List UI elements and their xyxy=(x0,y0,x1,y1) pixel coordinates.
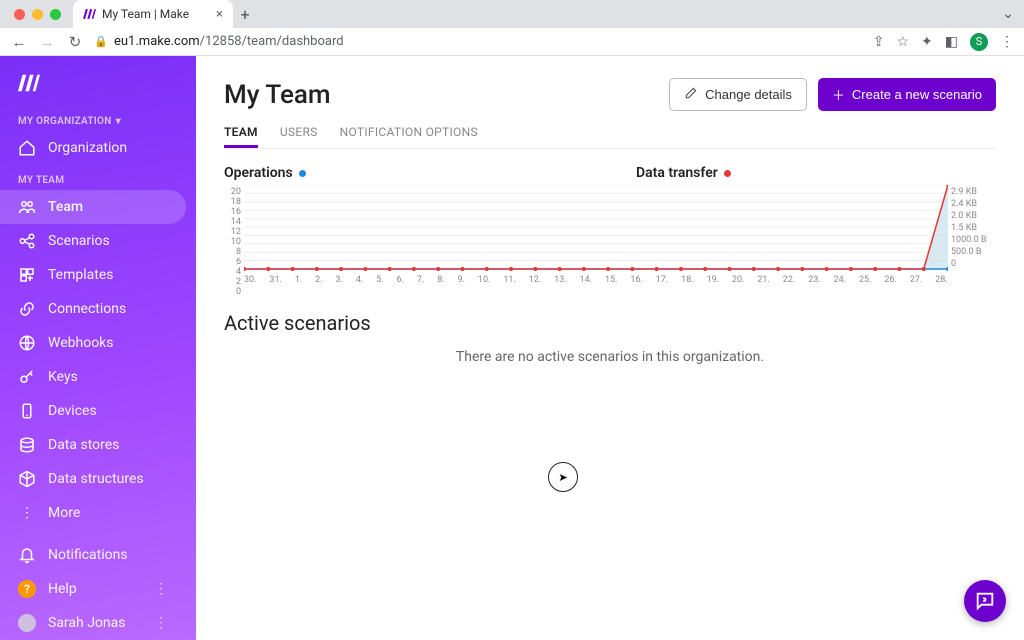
browser-menu-icon[interactable]: ⋮ xyxy=(1000,34,1014,50)
help-icon: ? xyxy=(18,580,36,598)
app: MY ORGANIZATION ▾ Organization MY TEAM T… xyxy=(0,56,1024,640)
maximize-window-icon[interactable] xyxy=(50,9,61,20)
close-window-icon[interactable] xyxy=(14,9,25,20)
minimize-window-icon[interactable] xyxy=(32,9,43,20)
reload-button[interactable]: ↻ xyxy=(66,33,84,51)
extensions-icon[interactable]: ✦ xyxy=(921,34,933,50)
device-icon xyxy=(18,402,36,420)
plus-icon: ＋ xyxy=(832,85,845,104)
make-favicon-icon xyxy=(83,9,96,19)
url-field[interactable]: 🔒 eu1.make.com/12858/team/dashboard xyxy=(94,34,863,49)
sidebar-item-datastructures[interactable]: Data structures xyxy=(0,462,196,496)
avatar xyxy=(18,614,36,632)
main-content: My Team Change details ＋ Create a new sc… xyxy=(196,56,1024,640)
page-header: My Team Change details ＋ Create a new sc… xyxy=(224,78,996,111)
y-axis-left: 20181614121086420 xyxy=(224,185,244,285)
sidebar-item-user[interactable]: Sarah Jonas ⋮ xyxy=(0,606,196,640)
tab-notification-options[interactable]: NOTIFICATION OPTIONS xyxy=(340,119,478,148)
tab-users[interactable]: USERS xyxy=(280,119,318,148)
link-icon xyxy=(18,300,36,318)
url-host: eu1.make.com xyxy=(114,34,200,49)
chart-legend: Operations Data transfer xyxy=(224,165,996,181)
tab-title: My Team | Make xyxy=(102,7,189,21)
tabs-dropdown-icon[interactable]: ⌄ xyxy=(1002,6,1014,22)
window-controls[interactable] xyxy=(8,9,67,20)
kebab-icon[interactable]: ⋮ xyxy=(154,615,178,631)
sidebar-item-team[interactable]: Team xyxy=(0,190,186,224)
share-icon[interactable]: ⇪ xyxy=(873,34,885,50)
users-icon xyxy=(18,198,36,216)
sidebar-item-datastores[interactable]: Data stores xyxy=(0,428,196,462)
help-fab[interactable] xyxy=(964,580,1006,622)
sidebar-item-devices[interactable]: Devices xyxy=(0,394,196,428)
chat-help-icon xyxy=(974,590,996,612)
bookmark-icon[interactable]: ☆ xyxy=(896,34,909,50)
templates-icon xyxy=(18,266,36,284)
team-section-label: MY TEAM xyxy=(0,165,196,190)
lock-icon: 🔒 xyxy=(94,35,108,48)
sidebar-item-templates[interactable]: Templates xyxy=(0,258,196,292)
chevron-down-icon: ▾ xyxy=(116,116,121,127)
x-axis: 30.31.1.2.3.4.5.6.7.8.9.10.11.12.13.14.1… xyxy=(244,275,948,285)
browser-tab[interactable]: My Team | Make × xyxy=(73,0,233,28)
sidebar-item-help[interactable]: ? Help ⋮ xyxy=(0,572,196,606)
forward-button[interactable]: → xyxy=(38,33,56,51)
chart: 20181614121086420 30.31.1.2.3.4.5.6.7.8.… xyxy=(224,185,996,285)
edit-icon xyxy=(684,86,698,103)
sidebar-item-organization[interactable]: Organization xyxy=(0,131,196,165)
main-tabs: TEAM USERS NOTIFICATION OPTIONS xyxy=(224,119,996,149)
url-path: /12858/team/dashboard xyxy=(200,34,344,49)
home-icon xyxy=(18,139,36,157)
sidebar-item-scenarios[interactable]: Scenarios xyxy=(0,224,196,258)
empty-scenarios-message: There are no active scenarios in this or… xyxy=(224,349,996,365)
create-scenario-button[interactable]: ＋ Create a new scenario xyxy=(818,78,996,111)
close-tab-icon[interactable]: × xyxy=(216,7,223,22)
scenarios-icon xyxy=(18,232,36,250)
profile-badge[interactable]: S xyxy=(970,33,988,51)
toolbar-icons: ⇪ ☆ ✦ ◧ S ⋮ xyxy=(873,33,1014,51)
sidebar-item-connections[interactable]: Connections xyxy=(0,292,196,326)
browser-chrome: My Team | Make × + ⌄ ← → ↻ 🔒 eu1.make.co… xyxy=(0,0,1024,56)
sidebar-item-more[interactable]: ⋮ More xyxy=(0,496,196,530)
datatransfer-dot-icon xyxy=(724,170,731,177)
address-bar: ← → ↻ 🔒 eu1.make.com/12858/team/dashboar… xyxy=(0,28,1024,55)
org-section-label[interactable]: MY ORGANIZATION ▾ xyxy=(0,106,196,131)
cursor-indicator: ➤ xyxy=(548,462,578,492)
sidebar: MY ORGANIZATION ▾ Organization MY TEAM T… xyxy=(0,56,196,640)
change-details-button[interactable]: Change details xyxy=(669,78,807,111)
database-icon xyxy=(18,436,36,454)
more-icon: ⋮ xyxy=(18,504,36,522)
sidebar-item-keys[interactable]: Keys xyxy=(0,360,196,394)
active-scenarios-title: Active scenarios xyxy=(224,311,996,335)
make-logo[interactable] xyxy=(0,64,196,106)
bell-icon xyxy=(18,546,36,564)
new-tab-button[interactable]: + xyxy=(233,5,257,24)
tab-strip: My Team | Make × + ⌄ xyxy=(0,0,1024,28)
chart-plot: 30.31.1.2.3.4.5.6.7.8.9.10.11.12.13.14.1… xyxy=(244,185,948,285)
panel-icon[interactable]: ◧ xyxy=(945,34,958,50)
back-button[interactable]: ← xyxy=(10,33,28,51)
kebab-icon[interactable]: ⋮ xyxy=(154,581,178,597)
key-icon xyxy=(18,368,36,386)
page-title: My Team xyxy=(224,80,331,110)
tab-team[interactable]: TEAM xyxy=(224,119,258,148)
y-axis-right: 2.9 KB2.4 KB2.0 KB1.5 KB1000.0 B500.0 B0 xyxy=(948,185,996,285)
cube-icon xyxy=(18,470,36,488)
globe-icon xyxy=(18,334,36,352)
sidebar-item-notifications[interactable]: Notifications xyxy=(0,538,196,572)
sidebar-item-webhooks[interactable]: Webhooks xyxy=(0,326,196,360)
operations-dot-icon xyxy=(299,170,306,177)
